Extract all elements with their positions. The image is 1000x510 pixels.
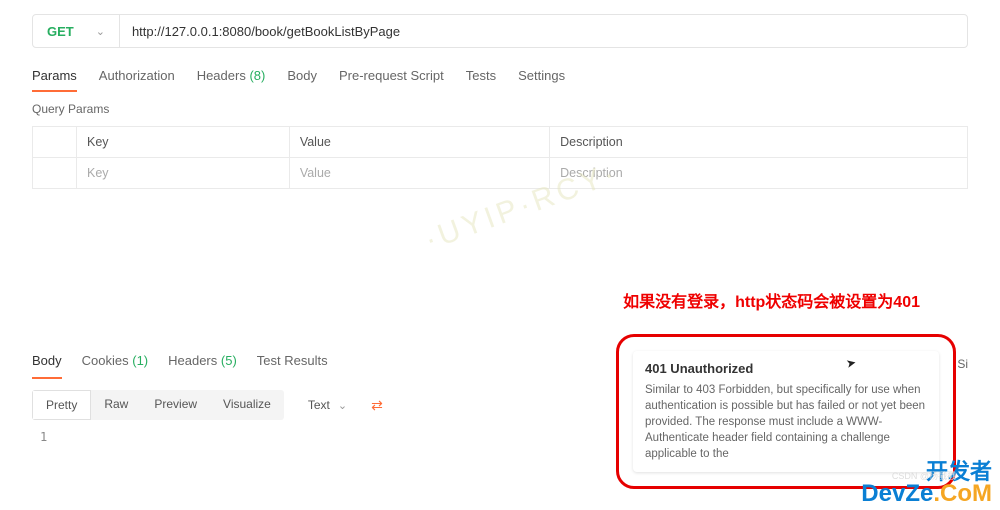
wrap-icon[interactable]: ⇄ <box>371 397 383 414</box>
headers-count: (8) <box>249 68 265 83</box>
chevron-down-icon: ⌄ <box>338 399 347 412</box>
format-selector[interactable]: Text ⌄ <box>298 392 357 418</box>
annotation-text: 如果没有登录，http状态码会被设置为401 <box>623 288 920 312</box>
line-number: 1 <box>40 430 47 444</box>
view-preview[interactable]: Preview <box>141 390 210 420</box>
row-handle <box>33 158 77 189</box>
method-label: GET <box>47 24 74 39</box>
table-corner <box>33 127 77 158</box>
tab-resp-headers[interactable]: Headers (5) <box>168 349 237 378</box>
url-input[interactable] <box>120 15 967 47</box>
tab-settings[interactable]: Settings <box>518 64 565 91</box>
resp-headers-count: (5) <box>221 353 237 368</box>
table-row[interactable]: Key Value Description <box>33 158 968 189</box>
tab-body[interactable]: Body <box>287 64 317 91</box>
cell-key[interactable]: Key <box>77 158 290 189</box>
table-header-row: Key Value Description <box>33 127 968 158</box>
format-label: Text <box>308 398 330 412</box>
csdn-watermark: CSDN @杨戳戳 <box>892 469 956 482</box>
query-params-table: Key Value Description Key Value Descript… <box>32 126 968 189</box>
cell-value[interactable]: Value <box>289 158 549 189</box>
col-key: Key <box>77 127 290 158</box>
tab-headers[interactable]: Headers (8) <box>197 64 266 91</box>
method-selector[interactable]: GET ⌄ <box>33 15 120 47</box>
tab-resp-body[interactable]: Body <box>32 349 62 378</box>
tab-authorization[interactable]: Authorization <box>99 64 175 91</box>
brand-line2a: DevZe <box>861 480 933 507</box>
tab-tests[interactable]: Tests <box>466 64 496 91</box>
query-params-label: Query Params <box>32 102 968 116</box>
tab-params[interactable]: Params <box>32 64 77 91</box>
view-mode-segment: Pretty Raw Preview Visualize <box>32 390 284 420</box>
view-raw[interactable]: Raw <box>91 390 141 420</box>
chevron-down-icon: ⌄ <box>96 25 105 38</box>
resp-headers-label: Headers <box>168 353 217 368</box>
request-url-bar: GET ⌄ <box>32 14 968 48</box>
col-value: Value <box>289 127 549 158</box>
view-visualize[interactable]: Visualize <box>210 390 284 420</box>
tooltip-title: 401 Unauthorized <box>645 361 927 376</box>
tab-headers-label: Headers <box>197 68 246 83</box>
tab-prerequest[interactable]: Pre-request Script <box>339 64 444 91</box>
request-tabs: Params Authorization Headers (8) Body Pr… <box>32 64 968 92</box>
cookies-count: (1) <box>132 353 148 368</box>
cookies-label: Cookies <box>82 353 129 368</box>
tooltip-body: Similar to 403 Forbidden, but specifical… <box>645 382 927 462</box>
view-pretty[interactable]: Pretty <box>32 390 91 420</box>
tab-test-results[interactable]: Test Results <box>257 349 328 378</box>
status-tooltip: 401 Unauthorized Similar to 403 Forbidde… <box>633 351 939 472</box>
cell-desc[interactable]: Description <box>550 158 968 189</box>
tab-resp-cookies[interactable]: Cookies (1) <box>82 349 148 378</box>
size-label: Si <box>957 357 968 371</box>
col-desc: Description <box>550 127 968 158</box>
brand-line2b: .CoM <box>933 480 992 507</box>
